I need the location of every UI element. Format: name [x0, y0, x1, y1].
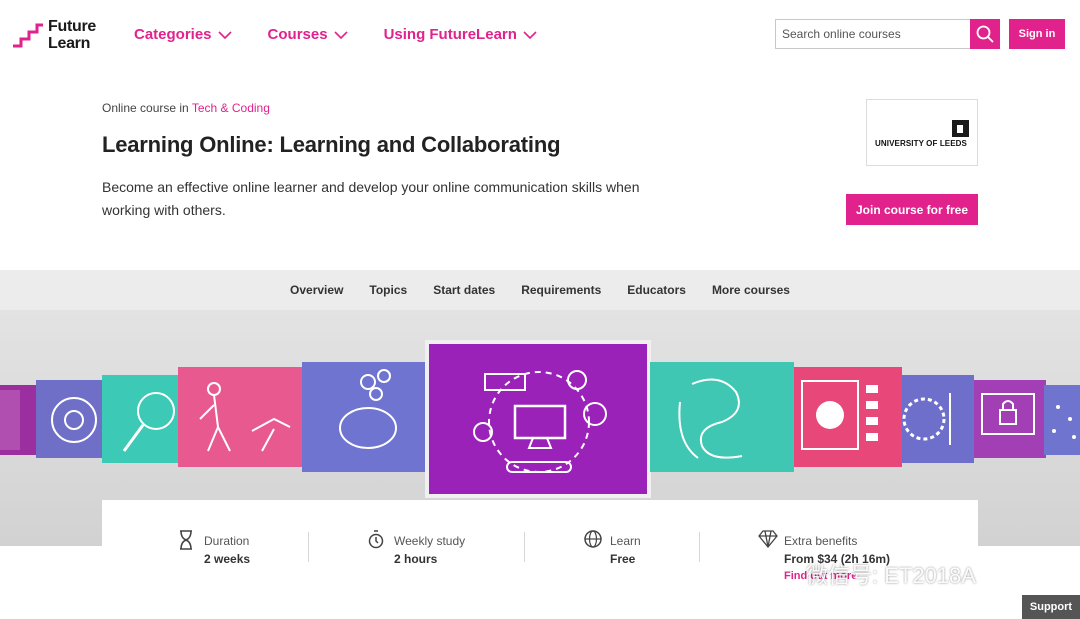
search-button[interactable]: [970, 19, 1000, 49]
nav-courses-label: Courses: [267, 26, 328, 43]
piggy-bank-icon: [339, 369, 397, 449]
tab-requirements[interactable]: Requirements: [521, 283, 601, 297]
extra-benefits-label: Extra benefits: [784, 534, 858, 548]
dial-icon: [902, 393, 951, 445]
hero-tile-featured: [425, 340, 651, 498]
sign-in-button[interactable]: Sign in: [1009, 19, 1065, 49]
nav-using-label: Using FutureLearn: [383, 26, 517, 43]
diamond-icon: [758, 530, 778, 548]
film-reel-icon: [801, 380, 878, 450]
weekly-study-label: Weekly study: [394, 534, 466, 548]
logo-stairs-icon: [13, 23, 43, 48]
hero-tile-8: [902, 375, 974, 463]
breadcrumb-prefix: Online course in: [102, 101, 189, 115]
tab-start-dates[interactable]: Start dates: [433, 283, 495, 297]
divider: [524, 532, 525, 562]
nav-categories[interactable]: Categories: [134, 26, 232, 43]
online-learning-icon: [473, 370, 607, 473]
digestive-system-icon: [678, 378, 743, 459]
hero-tile-10: [1044, 385, 1080, 455]
breadcrumb: Online course in Tech & Coding: [102, 101, 270, 115]
support-button[interactable]: Support: [1022, 595, 1080, 619]
hero-tile-0: [0, 390, 20, 450]
divider: [699, 532, 700, 562]
nav-courses[interactable]: Courses: [268, 26, 348, 43]
stopwatch-icon: [368, 530, 384, 549]
learn-value: Free: [610, 552, 636, 566]
hero-tile-9: [974, 380, 1046, 458]
hero-tile-2: [36, 380, 108, 458]
nav-categories-label: Categories: [134, 26, 212, 43]
hero-tile-7: [794, 367, 902, 467]
chevron-down-icon: [217, 26, 232, 43]
figures-icon: [199, 382, 291, 452]
hero-tile-4: [178, 367, 302, 467]
duration-label: Duration: [204, 534, 250, 548]
nav-using-futurelearn[interactable]: Using FutureLearn: [384, 26, 537, 43]
globe-icon: [584, 530, 602, 548]
divider: [308, 532, 309, 562]
chevron-down-icon: [523, 26, 537, 43]
course-description: Become an effective online learner and d…: [102, 179, 640, 218]
wechat-watermark: 微信号: ET2018A: [806, 563, 976, 588]
gear-icon: [51, 397, 97, 443]
university-logo[interactable]: UNIVERSITY OF LEEDS: [866, 99, 978, 166]
page: Future Learn Categories Courses Using Fu…: [0, 0, 1080, 619]
hero-tile-5: [302, 362, 426, 472]
course-title: Learning Online: Learning and Collaborat…: [102, 132, 561, 157]
search-box: [775, 19, 1000, 49]
tab-educators[interactable]: Educators: [627, 283, 686, 297]
course-tabs: Overview Topics Start dates Requirements…: [0, 270, 1080, 310]
search-icon: [976, 25, 994, 43]
chevron-down-icon: [333, 26, 348, 43]
network-icon: [1052, 405, 1076, 439]
site-header: Future Learn Categories Courses Using Fu…: [0, 0, 1080, 70]
join-course-button[interactable]: Join course for free: [846, 194, 978, 225]
futurelearn-logo[interactable]: Future Learn: [12, 18, 102, 52]
tab-more-courses[interactable]: More courses: [712, 283, 790, 297]
logo-text: Future Learn: [48, 18, 96, 52]
tab-topics[interactable]: Topics: [369, 283, 407, 297]
hourglass-icon: [180, 530, 192, 550]
hero-tile-6: [650, 362, 794, 472]
hero-tile-3: [102, 375, 184, 463]
weekly-study-value: 2 hours: [394, 552, 438, 566]
university-crest-icon: [952, 120, 969, 137]
learn-label: Learn: [610, 534, 641, 548]
tab-overview[interactable]: Overview: [290, 283, 343, 297]
breadcrumb-category-link[interactable]: Tech & Coding: [192, 101, 270, 115]
search-input[interactable]: [776, 20, 970, 48]
lock-icon: [981, 393, 1035, 435]
main-nav: Categories Courses Using FutureLearn: [134, 26, 573, 43]
magnifier-icon: [122, 392, 175, 452]
duration-value: 2 weeks: [204, 552, 251, 566]
university-name: UNIVERSITY OF LEEDS: [875, 139, 967, 148]
